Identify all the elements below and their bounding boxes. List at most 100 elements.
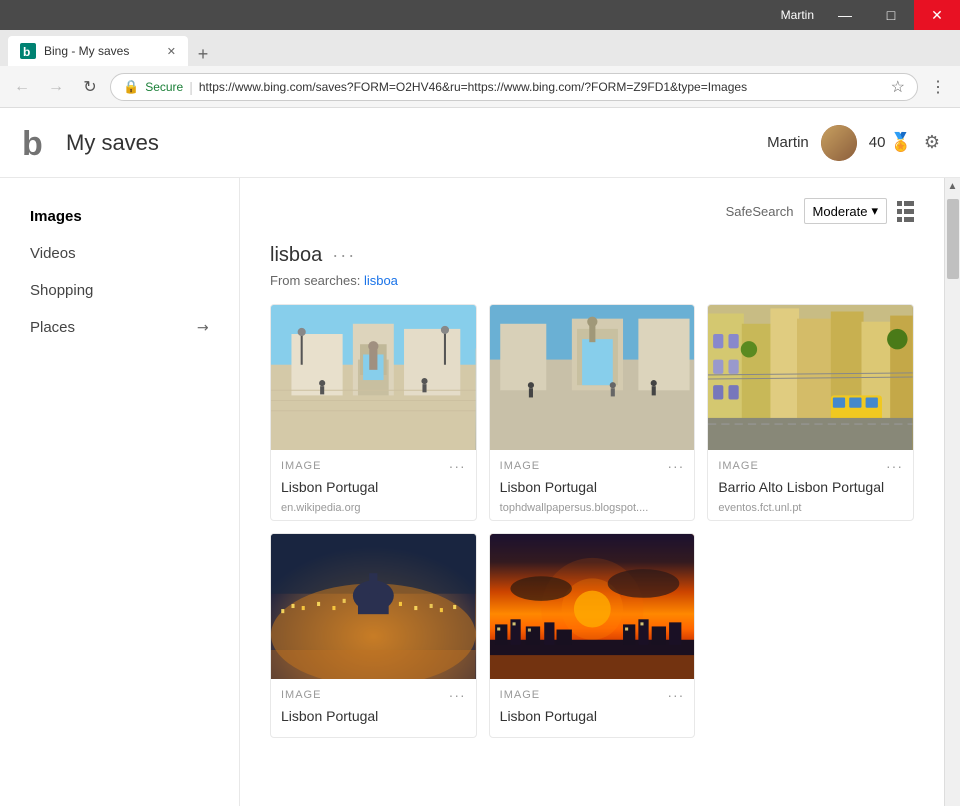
svg-text:b: b (22, 125, 43, 161)
card-source-1: tophdwallpapersus.blogspot.... (500, 502, 685, 514)
header-right: Martin 40 🏅 ⚙ (767, 125, 940, 161)
active-tab[interactable]: b Bing - My saves ✕ (8, 36, 188, 66)
image-card-0[interactable]: IMAGE ··· Lisbon Portugal en.wikipedia.o… (270, 304, 477, 521)
card-source-0: en.wikipedia.org (281, 502, 466, 514)
card-meta-1: IMAGE ··· Lisbon Portugal tophdwallpaper… (490, 450, 695, 520)
settings-icon[interactable]: ⚙ (924, 132, 940, 153)
user-name: Martin (767, 134, 809, 151)
image-card-4[interactable]: IMAGE ··· Lisbon Portugal (489, 533, 696, 738)
card-type-row-0: IMAGE ··· (281, 458, 466, 474)
view-icon-line-1 (897, 201, 914, 206)
safesearch-label: SafeSearch (726, 204, 794, 219)
titlebar: Martin — □ ✕ (0, 0, 960, 30)
card-meta-4: IMAGE ··· Lisbon Portugal (490, 679, 695, 737)
lisbon1-svg (271, 305, 476, 450)
card-title-3: Lisbon Portugal (281, 707, 466, 725)
tab-close-button[interactable]: ✕ (167, 45, 176, 58)
card-title-2: Barrio Alto Lisbon Portugal (718, 478, 903, 496)
from-searches: From searches: lisboa (270, 273, 914, 288)
places-arrow-icon: ↗ (193, 317, 213, 337)
bing-header: b My saves Martin 40 🏅 ⚙ (0, 108, 960, 178)
view-icon-line-2 (897, 209, 914, 214)
url-text: https://www.bing.com/saves?FORM=O2HV46&r… (199, 80, 885, 94)
lisbon4-svg (271, 534, 476, 679)
card-type-4: IMAGE (500, 689, 540, 701)
image-grid: IMAGE ··· Lisbon Portugal en.wikipedia.o… (270, 304, 914, 738)
image-thumb-0 (271, 305, 476, 450)
collection-more-button[interactable]: ··· (332, 245, 356, 266)
scroll-up-button[interactable]: ▲ (945, 178, 960, 195)
scrollbar-thumb[interactable] (947, 199, 959, 279)
refresh-button[interactable]: ↻ (76, 73, 104, 101)
close-button[interactable]: ✕ (914, 0, 960, 30)
titlebar-user: Martin (781, 8, 814, 22)
view-icon-sq2 (897, 209, 902, 214)
view-icon-sq3 (897, 217, 902, 222)
url-bar[interactable]: 🔒 Secure | https://www.bing.com/saves?FO… (110, 73, 918, 101)
score-number: 40 (869, 134, 886, 151)
score-badge: 40 🏅 (869, 132, 912, 153)
image-card-2[interactable]: IMAGE ··· Barrio Alto Lisbon Portugal ev… (707, 304, 914, 521)
card-type-row-1: IMAGE ··· (500, 458, 685, 474)
sidebar: Images Videos Shopping Places ↗ (0, 178, 240, 806)
browser-scrollbar[interactable]: ▲ (944, 178, 960, 806)
lock-icon: 🔒 (123, 79, 139, 95)
bing-logo: b My saves (20, 125, 159, 161)
sidebar-item-images[interactable]: Images (0, 198, 239, 235)
image-thumb-3 (271, 534, 476, 679)
lisbon2-svg (490, 305, 695, 450)
sidebar-item-places-label: Places (30, 319, 75, 336)
view-icon-line-3 (897, 217, 914, 222)
forward-button[interactable]: → (42, 73, 70, 101)
safesearch-value: Moderate (813, 204, 868, 219)
card-more-button-3[interactable]: ··· (449, 687, 466, 703)
browser-menu-button[interactable]: ⋮ (924, 73, 952, 101)
card-type-2: IMAGE (718, 460, 758, 472)
card-title-1: Lisbon Portugal (500, 478, 685, 496)
card-title-4: Lisbon Portugal (500, 707, 685, 725)
card-more-button-4[interactable]: ··· (667, 687, 684, 703)
card-more-button-1[interactable]: ··· (667, 458, 684, 474)
browser-content: b My saves Martin 40 🏅 ⚙ Images Videos (0, 108, 960, 806)
safesearch-dropdown[interactable]: Moderate ▾ (804, 198, 887, 224)
lisbon5-svg (490, 534, 695, 679)
back-button[interactable]: ← (8, 73, 36, 101)
bookmark-icon[interactable]: ☆ (891, 77, 905, 97)
from-searches-link[interactable]: lisboa (364, 273, 398, 288)
url-divider: | (189, 79, 193, 95)
card-more-button-0[interactable]: ··· (449, 458, 466, 474)
view-toggle-icon[interactable] (897, 201, 914, 222)
tab-title: Bing - My saves (44, 44, 129, 58)
image-card-3[interactable]: IMAGE ··· Lisbon Portugal (270, 533, 477, 738)
bing-favicon: b (20, 43, 36, 59)
from-searches-label: From searches: (270, 273, 360, 288)
avatar[interactable] (821, 125, 857, 161)
secure-label: Secure (145, 80, 183, 94)
maximize-button[interactable]: □ (868, 0, 914, 30)
sidebar-item-places[interactable]: Places ↗ (0, 309, 239, 346)
sidebar-item-images-label: Images (30, 208, 82, 225)
main-content: SafeSearch Moderate ▾ (240, 178, 944, 806)
sidebar-item-shopping[interactable]: Shopping (0, 272, 239, 309)
tabbar: b Bing - My saves ✕ + (0, 30, 960, 66)
image-thumb-2 (708, 305, 913, 450)
page-title: My saves (66, 130, 159, 156)
view-icon-sq1 (897, 201, 902, 206)
collection-name: lisboa (270, 244, 322, 267)
addressbar: ← → ↻ 🔒 Secure | https://www.bing.com/sa… (0, 66, 960, 108)
card-type-3: IMAGE (281, 689, 321, 701)
card-source-2: eventos.fct.unl.pt (718, 502, 903, 514)
minimize-button[interactable]: — (822, 0, 868, 30)
image-card-1[interactable]: IMAGE ··· Lisbon Portugal tophdwallpaper… (489, 304, 696, 521)
view-icon-rect3 (904, 217, 914, 222)
image-thumb-4 (490, 534, 695, 679)
card-meta-2: IMAGE ··· Barrio Alto Lisbon Portugal ev… (708, 450, 913, 520)
new-tab-button[interactable]: + (188, 42, 218, 66)
avatar-image (821, 125, 857, 161)
image-thumb-1 (490, 305, 695, 450)
card-type-1: IMAGE (500, 460, 540, 472)
collection-header: lisboa ··· (270, 244, 914, 267)
card-more-button-2[interactable]: ··· (886, 458, 903, 474)
sidebar-item-videos[interactable]: Videos (0, 235, 239, 272)
card-type-row-4: IMAGE ··· (500, 687, 685, 703)
